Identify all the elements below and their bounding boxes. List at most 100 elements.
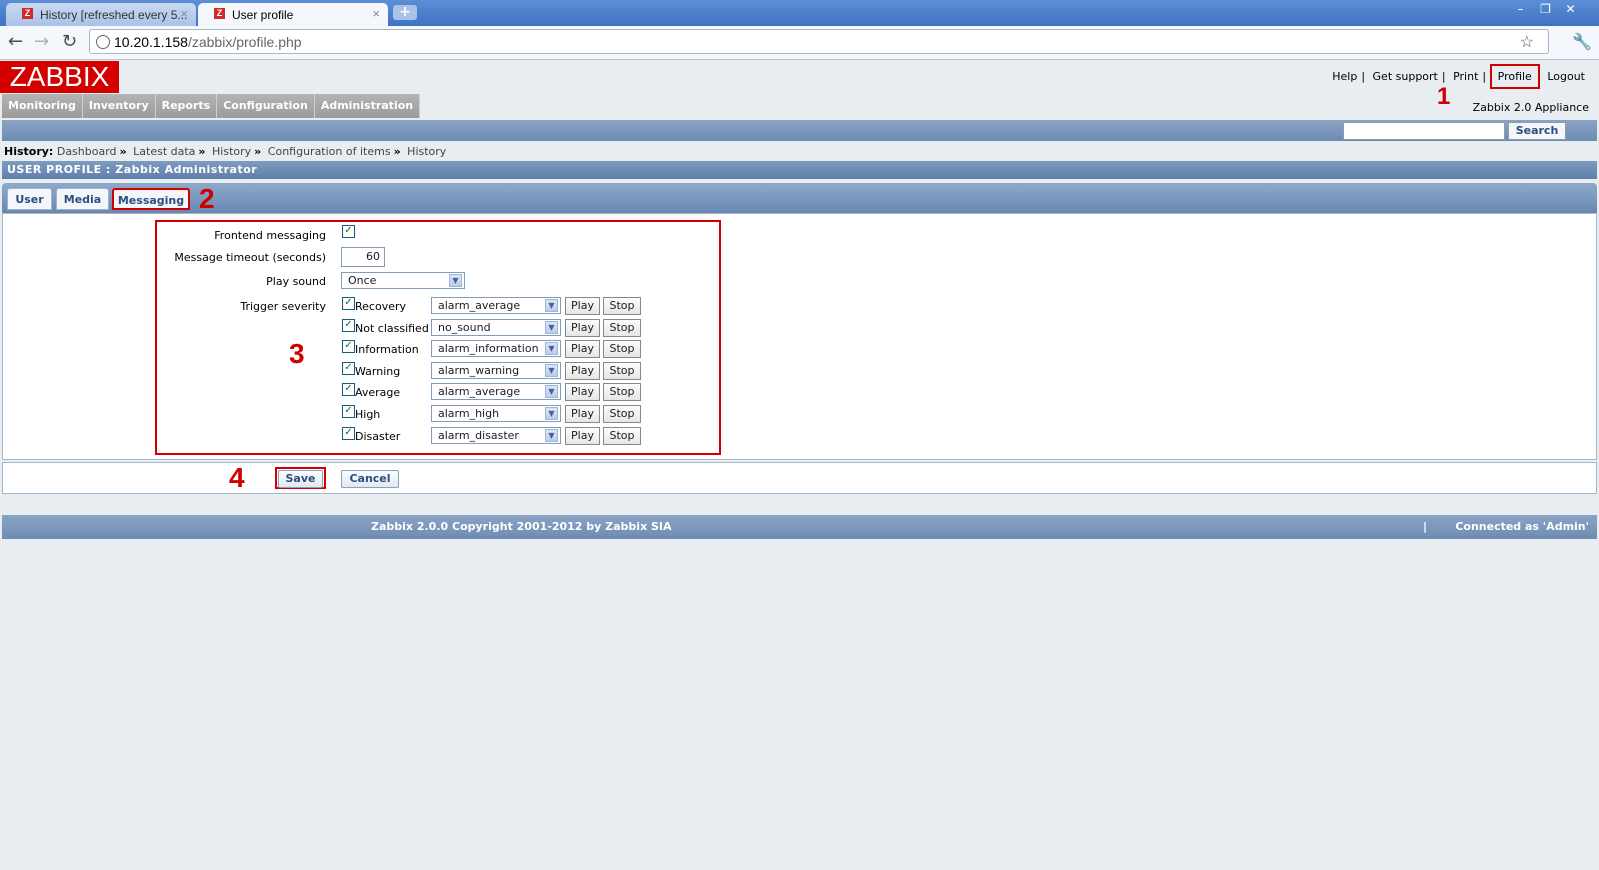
severity-label: Disaster [355,430,401,443]
stop-button[interactable]: Stop [603,319,641,337]
zabbix-favicon-icon: Z [22,8,33,19]
play-button[interactable]: Play [565,427,600,445]
severity-checkbox[interactable]: ✓ [342,427,355,440]
severity-checkbox[interactable]: ✓ [342,319,355,332]
message-timeout-input[interactable]: 60 [341,247,385,267]
bookmark-star-icon[interactable]: ☆ [1520,32,1534,52]
chevron-down-icon: ▼ [545,321,558,334]
reload-icon[interactable]: ↻ [62,32,77,52]
severity-label: Average [355,386,401,399]
history-item[interactable]: History [212,145,251,158]
page-title: USER PROFILE : Zabbix Administrator [2,161,1597,179]
stop-button[interactable]: Stop [603,383,641,401]
severity-sound-value: alarm_high [438,407,500,420]
search-input[interactable] [1343,122,1505,140]
frontend-messaging-checkbox[interactable]: ✓ [342,225,355,238]
play-button[interactable]: Play [565,319,600,337]
severity-sound-value: alarm_warning [438,364,520,377]
search-bar: Search [2,120,1597,141]
menu-configuration[interactable]: Configuration [217,94,315,118]
history-item[interactable]: Dashboard [57,145,117,158]
severity-sound-select[interactable]: alarm_disaster ▼ [431,427,561,444]
severity-sound-select[interactable]: alarm_average ▼ [431,383,561,400]
url-path: /zabbix/profile.php [187,34,302,50]
close-window-icon[interactable]: ✕ [1558,0,1583,18]
play-button[interactable]: Play [565,362,600,380]
main-menu: Monitoring Inventory Reports Configurati… [2,94,421,118]
severity-checkbox[interactable]: ✓ [342,340,355,353]
browser-tab-user-profile[interactable]: Z User profile × [198,3,388,26]
search-button[interactable]: Search [1508,122,1566,140]
stop-button[interactable]: Stop [603,405,641,423]
trigger-severity-label: Trigger severity [240,300,326,313]
menu-monitoring[interactable]: Monitoring [2,94,83,118]
chevron-down-icon: ▼ [545,364,558,377]
severity-checkbox[interactable]: ✓ [342,297,355,310]
play-button[interactable]: Play [565,405,600,423]
annotation-3: 3 [289,338,305,369]
restore-icon[interactable]: ❐ [1533,0,1558,18]
cancel-button[interactable]: Cancel [341,470,399,488]
zabbix-favicon-icon: Z [214,8,225,19]
play-sound-label: Play sound [266,275,326,288]
browser-tab-bar: Z History [refreshed every 5... × Z User… [0,0,1599,26]
play-button[interactable]: Play [565,340,600,358]
severity-sound-select[interactable]: alarm_information ▼ [431,340,561,357]
profile-link[interactable]: Profile [1489,64,1540,89]
history-item[interactable]: Configuration of items [268,145,391,158]
browser-toolbar: ← → ↻ 10.20.1.158/zabbix/profile.php ☆ [0,26,1599,60]
tab-user[interactable]: User [7,188,52,210]
stop-button[interactable]: Stop [603,427,641,445]
help-link[interactable]: Help [1328,70,1361,83]
connected-as-text: Connected as 'Admin' [1455,520,1589,533]
severity-checkbox[interactable]: ✓ [342,383,355,396]
wrench-icon[interactable]: 🔧 [1572,32,1592,51]
tab-messaging[interactable]: Messaging [112,188,190,210]
play-sound-select[interactable]: Once ▼ [341,272,465,289]
severity-sound-select[interactable]: alarm_warning ▼ [431,362,561,379]
profile-tabs: User Media Messaging 2 [2,183,1597,214]
url-host: 10.20.1.158 [114,34,188,50]
chevron-down-icon: ▼ [545,299,558,312]
close-tab-icon[interactable]: × [372,6,380,21]
get-support-link[interactable]: Get support [1369,70,1442,83]
minimize-icon[interactable]: – [1508,0,1533,18]
stop-button[interactable]: Stop [603,340,641,358]
address-bar[interactable]: 10.20.1.158/zabbix/profile.php ☆ [89,29,1549,54]
zabbix-logo[interactable]: ZABBIX [0,61,119,93]
browser-tab-history[interactable]: Z History [refreshed every 5... × [6,3,196,26]
globe-icon [96,35,110,49]
stop-button[interactable]: Stop [603,297,641,315]
save-button[interactable]: Save [278,470,323,488]
annotation-1: 1 [1437,83,1451,110]
play-sound-value: Once [348,274,377,287]
new-tab-button[interactable]: + [393,5,417,20]
logout-link[interactable]: Logout [1543,70,1589,83]
severity-sound-select[interactable]: alarm_high ▼ [431,405,561,422]
severity-label: High [355,408,381,421]
menu-reports[interactable]: Reports [155,94,218,118]
severity-label: Warning [355,365,401,378]
annotation-4: 4 [229,462,245,493]
menu-inventory[interactable]: Inventory [82,94,156,118]
back-arrow-icon[interactable]: ← [8,32,23,52]
tab-media[interactable]: Media [56,188,109,210]
close-tab-icon[interactable]: × [180,6,188,21]
forward-arrow-icon[interactable]: → [34,32,49,52]
history-item[interactable]: History [407,145,446,158]
browser-tab-label: User profile [232,8,294,22]
print-link[interactable]: Print [1449,70,1482,83]
history-item[interactable]: Latest data [133,145,195,158]
severity-sound-select[interactable]: alarm_average ▼ [431,297,561,314]
severity-sound-value: alarm_average [438,385,521,398]
severity-label: Information [355,343,419,356]
menu-administration[interactable]: Administration [314,94,421,118]
severity-checkbox[interactable]: ✓ [342,405,355,418]
stop-button[interactable]: Stop [603,362,641,380]
severity-label: Recovery [355,300,407,313]
severity-sound-select[interactable]: no_sound ▼ [431,319,561,336]
severity-checkbox[interactable]: ✓ [342,362,355,375]
play-button[interactable]: Play [565,383,600,401]
severity-sound-value: alarm_information [438,342,539,355]
play-button[interactable]: Play [565,297,600,315]
